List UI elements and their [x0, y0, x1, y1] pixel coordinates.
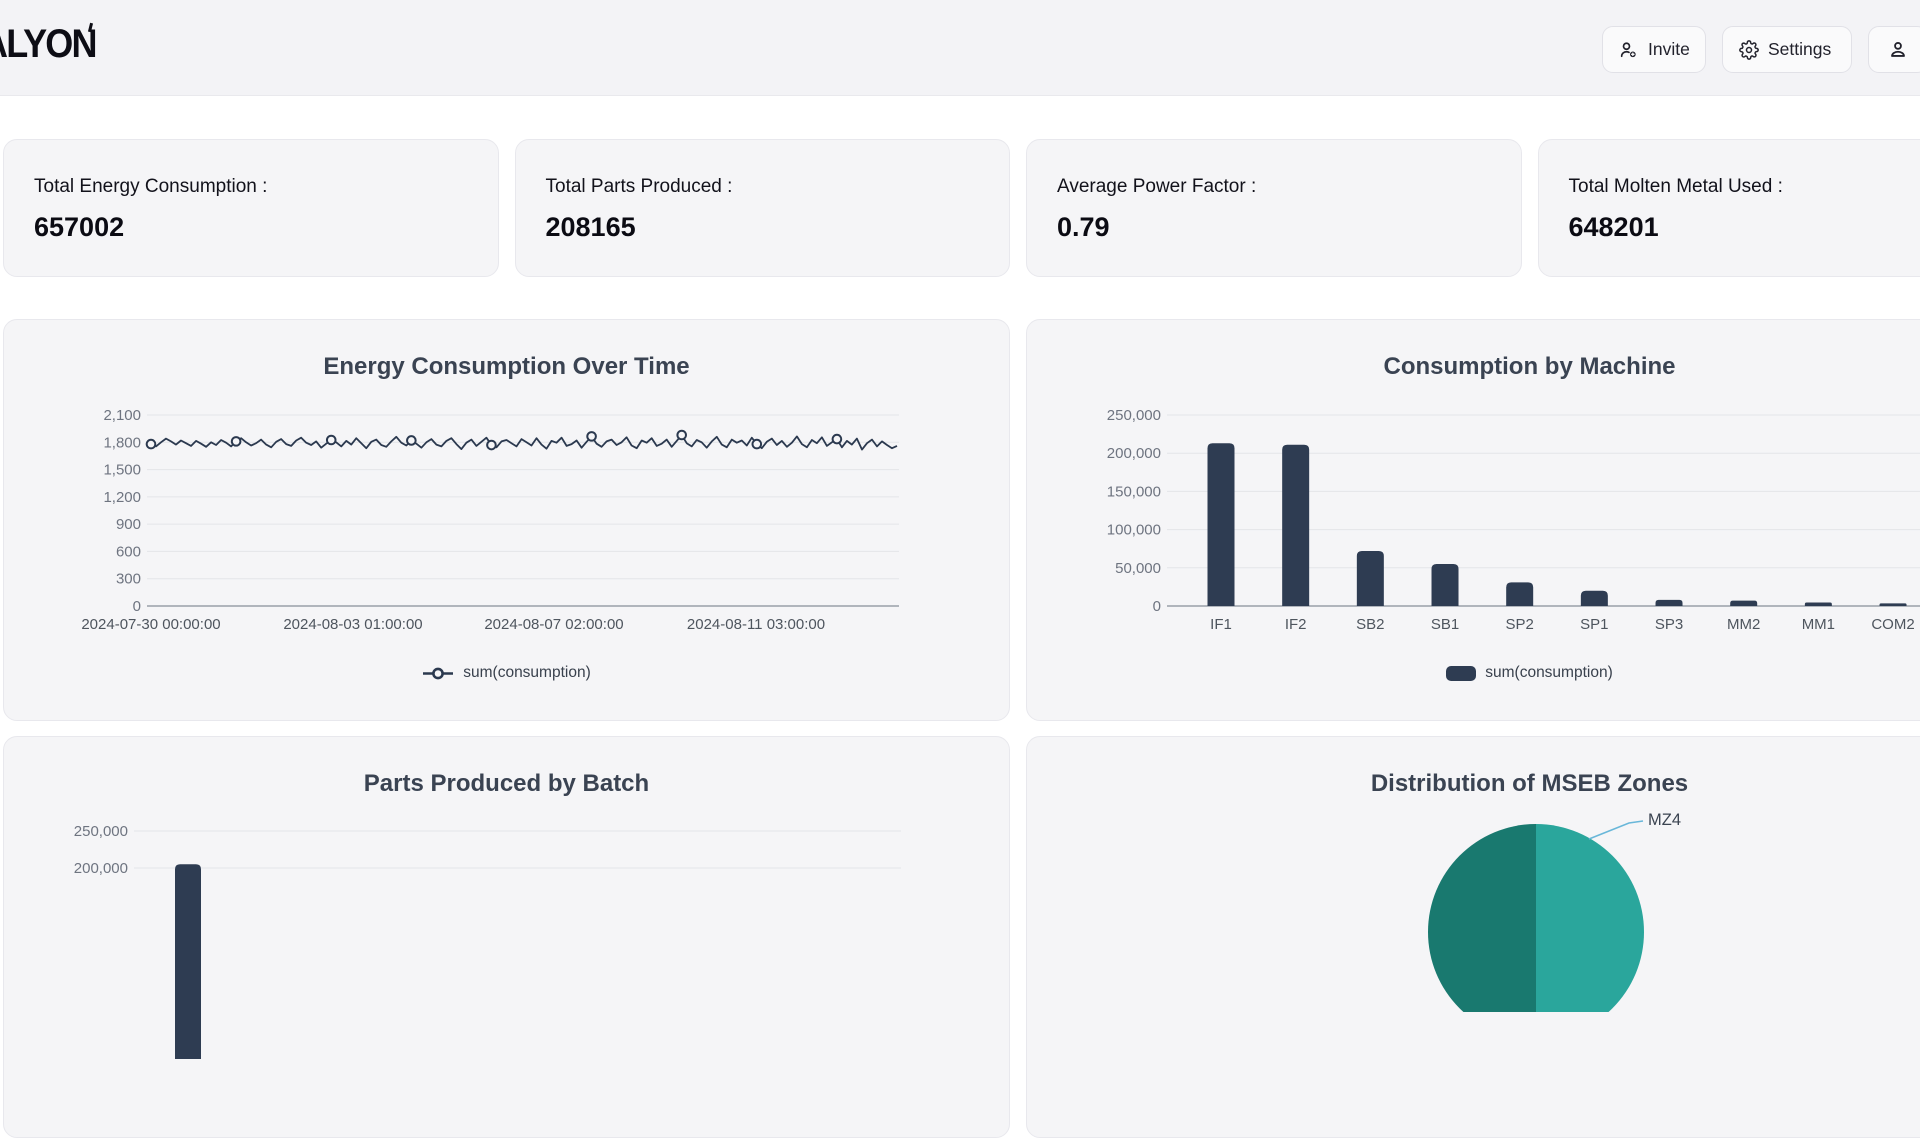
svg-text:IF1: IF1 [1210, 616, 1232, 633]
kpi-value: 0.79 [1057, 212, 1491, 243]
chart-card-energy-over-time: Energy Consumption Over Time 2,100 1,800 1… [3, 319, 1010, 721]
svg-text:MM2: MM2 [1727, 616, 1760, 633]
svg-text:50,000: 50,000 [1115, 560, 1161, 577]
svg-text:250,000: 250,000 [74, 823, 128, 840]
svg-text:2024-08-03 01:00:00: 2024-08-03 01:00:00 [283, 616, 422, 633]
kpi-card-total-parts: Total Parts Produced : 208165 [515, 139, 1011, 277]
invite-button[interactable]: Invite [1602, 26, 1706, 73]
svg-text:SB1: SB1 [1431, 616, 1459, 633]
dashboard-content: Total Energy Consumption : 657002 Total … [3, 139, 1920, 1138]
brand-logo: ALYON [0, 22, 96, 67]
chart-title: Parts Produced by Batch [4, 770, 1009, 798]
svg-text:SP2: SP2 [1506, 616, 1534, 633]
pie-chart-canvas [1027, 792, 1920, 1012]
svg-text:SP3: SP3 [1655, 616, 1683, 633]
svg-text:2024-08-11 03:00:00: 2024-08-11 03:00:00 [687, 616, 825, 633]
kpi-label: Total Energy Consumption : [34, 176, 468, 198]
settings-button-label: Settings [1768, 39, 1831, 60]
chart-card-parts-by-batch: Parts Produced by Batch 250,000 200,000 [3, 736, 1010, 1138]
bar-chart-canvas: 250,000 200,000 150,000 100,000 50,000 0 IF1 IF… [1027, 397, 1920, 642]
legend-label: sum(consumption) [463, 664, 591, 682]
user-account-button[interactable] [1868, 26, 1920, 73]
bar-chart-legend[interactable]: sum(consumption) [1027, 664, 1920, 682]
svg-text:200,000: 200,000 [74, 860, 128, 877]
svg-text:300: 300 [116, 571, 141, 588]
app-header: ALYON Invite Settings [0, 0, 1920, 96]
invite-button-label: Invite [1648, 39, 1690, 60]
svg-text:0: 0 [1153, 598, 1161, 615]
bar-chart-canvas: 250,000 200,000 [4, 814, 1010, 1059]
kpi-label: Average Power Factor : [1057, 176, 1491, 198]
svg-text:1,500: 1,500 [103, 462, 141, 479]
svg-text:SP1: SP1 [1580, 616, 1608, 633]
svg-text:100,000: 100,000 [1107, 522, 1161, 539]
kpi-card-total-energy: Total Energy Consumption : 657002 [3, 139, 499, 277]
chart-title: Energy Consumption Over Time [4, 353, 1009, 381]
kpi-card-total-molten-metal: Total Molten Metal Used : 648201 [1538, 139, 1920, 277]
line-legend-marker-icon [422, 666, 454, 681]
svg-text:2024-08-07 02:00:00: 2024-08-07 02:00:00 [484, 616, 623, 633]
svg-text:IF2: IF2 [1285, 616, 1307, 633]
svg-text:250,000: 250,000 [1107, 407, 1161, 424]
svg-text:150,000: 150,000 [1107, 483, 1161, 500]
svg-text:0: 0 [133, 598, 141, 615]
person-icon [1887, 39, 1909, 61]
line-chart-legend[interactable]: sum(consumption) [4, 664, 1009, 682]
svg-text:200,000: 200,000 [1107, 445, 1161, 462]
kpi-value: 657002 [34, 212, 468, 243]
svg-text:2024-07-30 00:00:00: 2024-07-30 00:00:00 [81, 616, 220, 633]
bar-legend-swatch-icon [1446, 666, 1476, 681]
kpi-value: 648201 [1569, 212, 1920, 243]
legend-label: sum(consumption) [1485, 664, 1613, 682]
charts-grid: Energy Consumption Over Time 2,100 1,800 1… [3, 319, 1920, 1138]
svg-text:600: 600 [116, 543, 141, 560]
svg-text:900: 900 [116, 516, 141, 533]
svg-text:2,100: 2,100 [103, 407, 141, 424]
settings-button[interactable]: Settings [1722, 26, 1852, 73]
user-plus-icon [1619, 40, 1639, 60]
gear-icon [1739, 40, 1759, 60]
svg-text:SB2: SB2 [1356, 616, 1384, 633]
kpi-label: Total Molten Metal Used : [1569, 176, 1920, 198]
kpi-label: Total Parts Produced : [546, 176, 980, 198]
pie-slice-callout-label: MZ4 [1648, 811, 1681, 830]
kpi-value: 208165 [546, 212, 980, 243]
svg-text:COM2: COM2 [1871, 616, 1914, 633]
svg-text:1,800: 1,800 [103, 434, 141, 451]
line-chart-canvas: 2,100 1,800 1,500 1,200 900 600 300 02024-07-30… [4, 397, 1010, 642]
chart-title: Consumption by Machine [1027, 353, 1920, 381]
chart-card-consumption-by-machine: Consumption by Machine 250,000 200,000 150… [1026, 319, 1920, 721]
kpi-row: Total Energy Consumption : 657002 Total … [3, 139, 1920, 277]
svg-text:1,200: 1,200 [103, 489, 141, 506]
chart-card-mseb-zones: Distribution of MSEB Zones MZ4 [1026, 736, 1920, 1138]
kpi-card-avg-power-factor: Average Power Factor : 0.79 [1026, 139, 1522, 277]
svg-text:MM1: MM1 [1802, 616, 1835, 633]
